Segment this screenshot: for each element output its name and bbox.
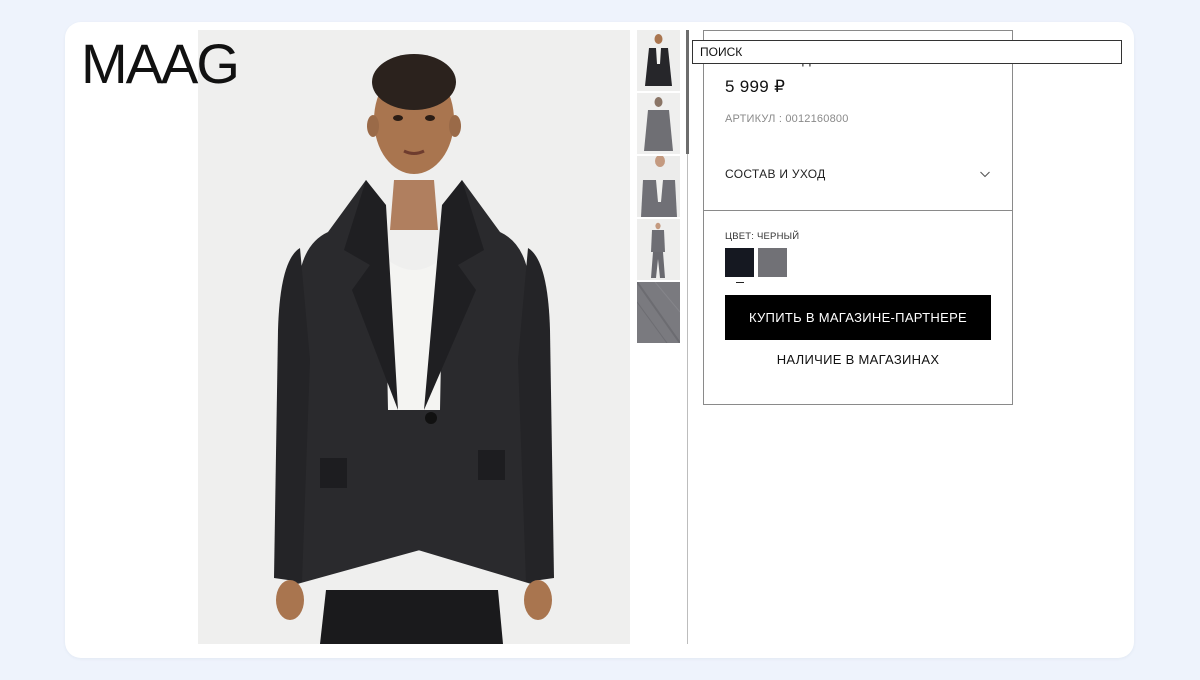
brand-logo[interactable]: MAAG xyxy=(81,36,240,92)
thumbnail-full-length[interactable] xyxy=(637,219,680,280)
composition-care-accordion[interactable]: СОСТАВ И УХОД xyxy=(725,164,991,184)
main-product-photo[interactable] xyxy=(198,30,630,644)
search-input[interactable]: ПОИСК xyxy=(692,40,1122,64)
composition-care-label: СОСТАВ И УХОД xyxy=(725,167,826,181)
product-info-panel: БАЗОВЫЙ ОДНОБОРТНЫЙ БЛЕЙЗЕР 5 999 ₽ АРТИ… xyxy=(703,30,1013,405)
thumbnail-full-length-image xyxy=(637,219,680,280)
buy-partner-store-button[interactable]: КУПИТЬ В МАГАЗИНЕ-ПАРТНЕРЕ xyxy=(725,295,991,340)
color-swatches xyxy=(725,248,787,283)
thumbnail-crop[interactable] xyxy=(637,156,680,217)
model-in-blazer-image xyxy=(198,30,630,644)
thumbnail-crop-image xyxy=(637,156,680,217)
thumbnail-back-image xyxy=(637,93,680,154)
thumbnail-front[interactable] xyxy=(637,30,680,91)
chevron-down-icon[interactable] xyxy=(979,168,991,180)
scrollbar-thumb[interactable] xyxy=(686,30,689,154)
thumbnail-front-image xyxy=(637,30,680,91)
swatch-grey[interactable] xyxy=(758,248,787,277)
thumbnail-fabric[interactable] xyxy=(637,282,680,343)
thumbnail-fabric-image xyxy=(637,282,680,343)
swatch-black[interactable] xyxy=(725,248,754,283)
thumbnail-back[interactable] xyxy=(637,93,680,154)
product-page-card: MAAG 5 999 ₽ АРТИКУЛ: 0012160800 СОСТАВ… xyxy=(65,22,1134,658)
thumbnail-scrollbar[interactable] xyxy=(686,30,689,644)
section-divider xyxy=(704,210,1012,211)
color-label: ЦВЕТ: ЧЕРНЫЙ xyxy=(725,231,800,242)
thumbnail-strip xyxy=(637,30,680,343)
store-availability-link[interactable]: НАЛИЧИЕ В МАГАЗИНАХ xyxy=(725,352,991,367)
product-price: 5 999 ₽ xyxy=(725,77,786,96)
product-sku: АРТИКУЛ : 0012160800 xyxy=(725,113,849,125)
